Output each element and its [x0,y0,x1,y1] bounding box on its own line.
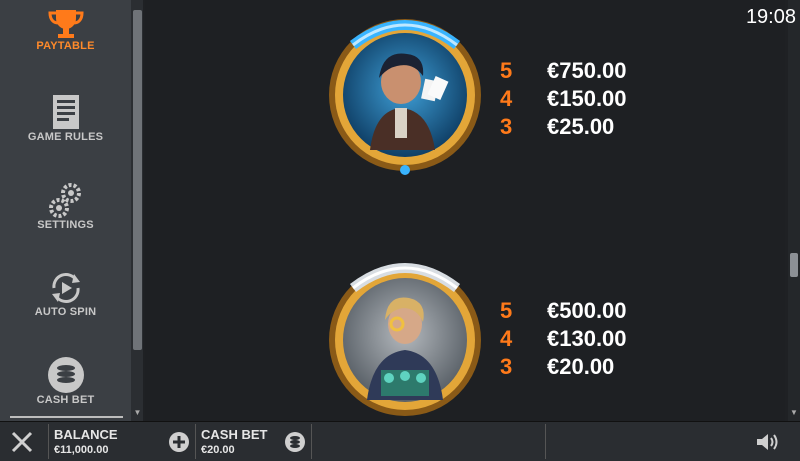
cash-bet-button[interactable] [284,431,306,458]
balance-label: BALANCE [54,427,118,442]
gambler-symbol-icon [329,19,481,175]
payout-count: 4 [500,326,513,351]
sidebar-divider [10,416,123,418]
sidebar-item-label: AUTO SPIN [34,306,97,318]
payout-count: 5 [500,58,513,83]
divider [48,424,49,459]
divider [195,424,196,459]
sidebar-menu: PAYTABLE GAME RULES SETTINGS AUTO SPIN C… [0,0,131,421]
sidebar-item-label: SETTINGS [37,219,94,231]
balance-value: €11,000.00 [54,444,109,456]
sound-button[interactable] [755,431,781,458]
payout-count: 3 [500,114,513,139]
payout-amount: €130.00 [547,326,627,351]
payout-count: 5 [500,298,513,323]
sidebar-item-label: GAME RULES [27,131,104,143]
divider [545,424,546,459]
sidebar-item-auto-spin[interactable]: AUTO SPIN [0,270,131,318]
payout-amount: €500.00 [547,298,627,323]
bottom-bar: BALANCE €11,000.00 CASH BET €20.00 [0,421,800,461]
add-funds-button[interactable] [168,431,190,458]
gears-icon [48,183,81,218]
sidebar-item-cash-bet[interactable]: CASH BET [0,356,131,406]
close-icon [11,431,33,453]
sidebar-item-label: PAYTABLE [36,40,95,52]
autospin-icon [51,273,80,303]
trophy-icon [47,10,84,38]
blonde-player-symbol-icon [329,263,481,416]
sidebar-scrollbar-thumb[interactable] [133,10,142,350]
cash-bet-value: €20.00 [201,444,235,456]
payout-count: 4 [500,86,513,111]
sidebar-item-label: CASH BET [36,394,95,406]
plus-icon [169,432,189,452]
close-button[interactable] [10,430,34,459]
document-icon [52,95,79,129]
sidebar-item-paytable[interactable]: PAYTABLE [0,8,131,52]
clock: 19:08 [745,6,796,28]
divider [311,424,312,459]
speaker-icon [757,434,778,450]
symbol-blonde-player [325,250,485,420]
symbol-gambler [325,10,485,180]
coins-icon [285,432,305,452]
sidebar-item-game-rules[interactable]: GAME RULES [0,93,131,143]
payout-amount: €25.00 [547,114,615,139]
paytable-scrollbar-thumb[interactable] [790,253,798,277]
paytable-scrollbar[interactable] [788,0,800,421]
coins-icon [47,357,84,393]
cash-bet-label: CASH BET [201,427,268,442]
payout-amount: €150.00 [547,86,627,111]
paytable-panel: 5 €750.00 4 €150.00 3 €25.00 5 €500.00 4… [145,0,785,421]
sidebar-item-settings[interactable]: SETTINGS [0,181,131,231]
paytable-scroll-down-icon[interactable]: ▼ [790,408,798,418]
payout-amount: €20.00 [547,354,615,379]
payout-count: 3 [500,354,513,379]
payout-amount: €750.00 [547,58,627,83]
sidebar-scroll-down-icon[interactable]: ▼ [133,408,142,418]
